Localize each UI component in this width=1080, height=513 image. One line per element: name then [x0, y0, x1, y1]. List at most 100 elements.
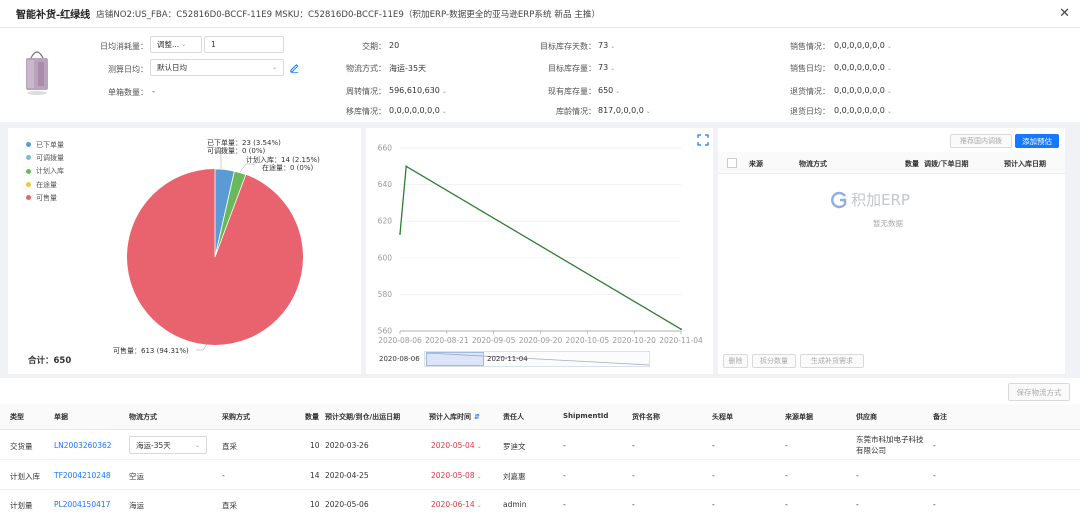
cell-shipping: 空运: [129, 472, 144, 481]
cell-shipment-id: -: [563, 471, 566, 480]
return-avg-value[interactable]: 0,0,0,0,0,0,0 ⌄: [834, 106, 892, 115]
cell-purchase: -: [222, 471, 225, 480]
x-tick-label: 2020-08-21: [425, 336, 469, 345]
current-stock-label: 现有库存量：: [548, 87, 596, 96]
row-shipping-value: 海运-35天: [136, 440, 171, 450]
calc-average-select[interactable]: 默认日均 ⌄: [150, 59, 284, 76]
close-icon[interactable]: ✕: [1059, 6, 1070, 21]
cell-qty: 14: [310, 471, 320, 480]
replenishment-modal: 智能补货-红绿线 店铺NO2:US_FBA：C52816D0-BCCF-11E9…: [0, 0, 1080, 513]
delete-button[interactable]: 删除: [723, 354, 748, 368]
cell-type: 计划量: [10, 501, 33, 510]
sales-text: 0,0,0,0,0,0,0: [834, 41, 885, 50]
detail-table-header: 类型 单据 物流方式 采购方式 数量 预计交期/到仓/出运日期 预计入库时间 ⇵ …: [0, 404, 1080, 430]
forecast-table-header: 来源 物流方式 数量 调拨/下单日期 预计入库日期: [718, 152, 1065, 174]
box-quantity-label: 单箱数量：: [108, 88, 148, 97]
cell-arrival-text: 2020-05-04: [431, 441, 475, 450]
select-all-checkbox[interactable]: [727, 158, 737, 168]
cell-shipping: 海运: [129, 501, 144, 510]
zoom-slider[interactable]: [424, 351, 651, 367]
col-shipment-id: ShipmentId: [563, 412, 609, 420]
col-arrival[interactable]: 预计入库时间 ⇵: [429, 412, 480, 422]
col-shipment-name: 货件名称: [632, 413, 660, 421]
row-shipping-select[interactable]: 海运-35天 ⌄: [129, 436, 207, 454]
pie-label-planned: 计划入库：14 (2.15%): [246, 155, 320, 164]
table-row: 计划入库 TF2004210248 空运 - 14 2020-04-25 202…: [0, 461, 1080, 490]
cell-purchase: 直采: [222, 501, 237, 510]
y-tick-label: 560: [378, 327, 393, 336]
box-quantity-value: -: [152, 87, 155, 96]
cell-doc-link[interactable]: LN2003260362: [54, 441, 112, 450]
expand-icon[interactable]: [697, 134, 709, 146]
save-shipping-button[interactable]: 保存物流方式: [1008, 383, 1070, 401]
table-row: 交货量 LN2003260362 海运-35天 ⌄ 直采 10 2020-03-2…: [0, 431, 1080, 460]
daily-consumption-value: 1: [211, 40, 216, 49]
current-stock-value[interactable]: 650 ⌄: [598, 86, 620, 95]
cell-doc-link[interactable]: TF2004210248: [54, 471, 111, 480]
cell-arrival[interactable]: 2020-05-04 ⌄: [431, 441, 482, 450]
cell-first-leg: -: [712, 500, 715, 509]
col-arrival-text: 预计入库时间: [429, 413, 471, 421]
cell-doc-link[interactable]: PL2004150417: [54, 500, 110, 509]
chevron-down-icon: ⌄: [886, 43, 892, 50]
cell-shipment-id: -: [563, 500, 566, 509]
total-label: 合计：: [28, 356, 54, 366]
pie-label-available: 可售量：613 (94.31%): [113, 346, 189, 355]
target-stock-value[interactable]: 73 ⌄: [598, 63, 615, 72]
chevron-down-icon: ⌄: [441, 108, 447, 115]
cell-eta: 2020-03-26: [325, 441, 369, 450]
pie-total: 合计：650: [28, 354, 71, 366]
cell-owner: 刘嘉惠: [503, 472, 526, 481]
cell-first-leg: -: [712, 441, 715, 450]
transfer-text: 0,0,0,0,0,0,0: [389, 106, 440, 115]
cell-qty: 10: [310, 441, 320, 450]
label-line: [239, 163, 254, 173]
chevron-down-icon: ⌄: [441, 88, 447, 95]
cell-arrival-text: 2020-06-14: [431, 500, 475, 509]
daily-consumption-input[interactable]: 1: [204, 36, 284, 53]
col-arrival-date: 预计入库日期: [1004, 160, 1046, 168]
sales-value[interactable]: 0,0,0,0,0,0,0 ⌄: [834, 41, 892, 50]
generate-demand-button[interactable]: 生成补货需求: [800, 354, 864, 368]
cell-owner: 罗迪文: [503, 442, 526, 451]
y-tick-label: 580: [378, 290, 393, 299]
split-quantity-button[interactable]: 拆分数量: [752, 354, 796, 368]
daily-adjust-select[interactable]: 调整... ⌄: [150, 36, 202, 53]
chevron-down-icon: ⌄: [476, 473, 482, 480]
add-forecast-button[interactable]: 添加预估: [1015, 134, 1059, 148]
zoom-window[interactable]: [426, 352, 484, 366]
col-source-doc: 来源单据: [785, 413, 813, 421]
shipping-value: 海运-35天: [389, 64, 427, 73]
cell-note: -: [933, 471, 936, 480]
zoom-end-label: 2020-11-04: [487, 355, 528, 363]
target-days-value[interactable]: 73 ⌄: [598, 41, 615, 50]
col-type: 类型: [10, 413, 24, 421]
cell-source-doc: -: [785, 441, 788, 450]
col-note: 备注: [933, 413, 947, 421]
turnover-value[interactable]: 596,610,630 ⌄: [389, 86, 447, 95]
cell-owner: admin: [503, 500, 527, 509]
transfer-label: 移库情况：: [346, 107, 386, 116]
transfer-value[interactable]: 0,0,0,0,0,0,0 ⌄: [389, 106, 447, 115]
chevron-down-icon: ⌄: [886, 88, 892, 95]
edit-icon[interactable]: [289, 62, 300, 73]
sales-avg-value[interactable]: 0,0,0,0,0,0,0 ⌄: [834, 63, 892, 72]
cell-arrival[interactable]: 2020-05-08 ⌄: [431, 471, 482, 480]
cell-arrival-text: 2020-05-08: [431, 471, 475, 480]
stock-age-text: 817,0,0,0,0: [598, 106, 644, 115]
cell-arrival[interactable]: 2020-06-14 ⌄: [431, 500, 482, 509]
current-stock-text: 650: [598, 86, 614, 95]
calc-average-value: 默认日均: [157, 63, 187, 72]
label-line: [196, 343, 208, 351]
modal-header: 智能补货-红绿线 店铺NO2:US_FBA：C52816D0-BCCF-11E9…: [0, 0, 1080, 28]
return-value[interactable]: 0,0,0,0,0,0,0 ⌄: [834, 86, 892, 95]
chevron-down-icon: ⌄: [271, 64, 277, 71]
stock-age-label: 库龄情况：: [556, 107, 596, 116]
chevron-down-icon: ⌄: [645, 108, 651, 115]
stock-age-value[interactable]: 817,0,0,0,0 ⌄: [598, 106, 651, 115]
y-tick-label: 600: [378, 253, 393, 262]
col-order-date: 调拨/下单日期: [924, 160, 969, 168]
recommend-domestic-button[interactable]: 推荐国内调拨: [950, 134, 1012, 148]
return-text: 0,0,0,0,0,0,0: [834, 86, 885, 95]
sort-icon[interactable]: ⇵: [474, 413, 480, 421]
